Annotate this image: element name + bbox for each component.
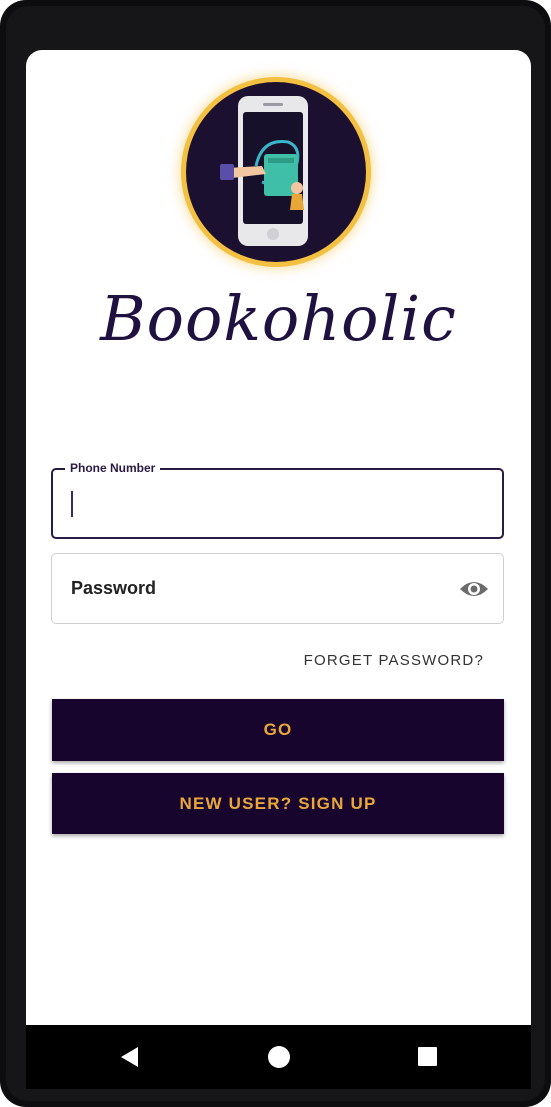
phone-book-illustration-icon bbox=[220, 96, 308, 246]
login-screen: Bookoholic Phone Number Password FORGET … bbox=[26, 50, 531, 1025]
eye-icon[interactable] bbox=[459, 578, 489, 600]
password-input[interactable]: Password bbox=[51, 553, 504, 624]
app-title: Bookoholic bbox=[100, 282, 457, 355]
phone-device-frame: Bookoholic Phone Number Password FORGET … bbox=[0, 0, 551, 1107]
back-icon[interactable] bbox=[121, 1047, 138, 1067]
system-navigation-bar bbox=[26, 1025, 531, 1089]
signup-button[interactable]: NEW USER? SIGN UP bbox=[52, 773, 504, 834]
go-button[interactable]: GO bbox=[52, 699, 504, 761]
password-placeholder: Password bbox=[71, 578, 157, 598]
forgot-password-link[interactable]: FORGET PASSWORD? bbox=[304, 652, 484, 669]
phone-number-input[interactable]: Phone Number bbox=[51, 461, 504, 539]
app-logo bbox=[186, 82, 366, 262]
home-icon[interactable] bbox=[268, 1046, 290, 1068]
phone-number-label: Phone Number bbox=[65, 461, 161, 475]
recent-apps-icon[interactable] bbox=[418, 1047, 437, 1066]
text-cursor bbox=[71, 491, 73, 517]
